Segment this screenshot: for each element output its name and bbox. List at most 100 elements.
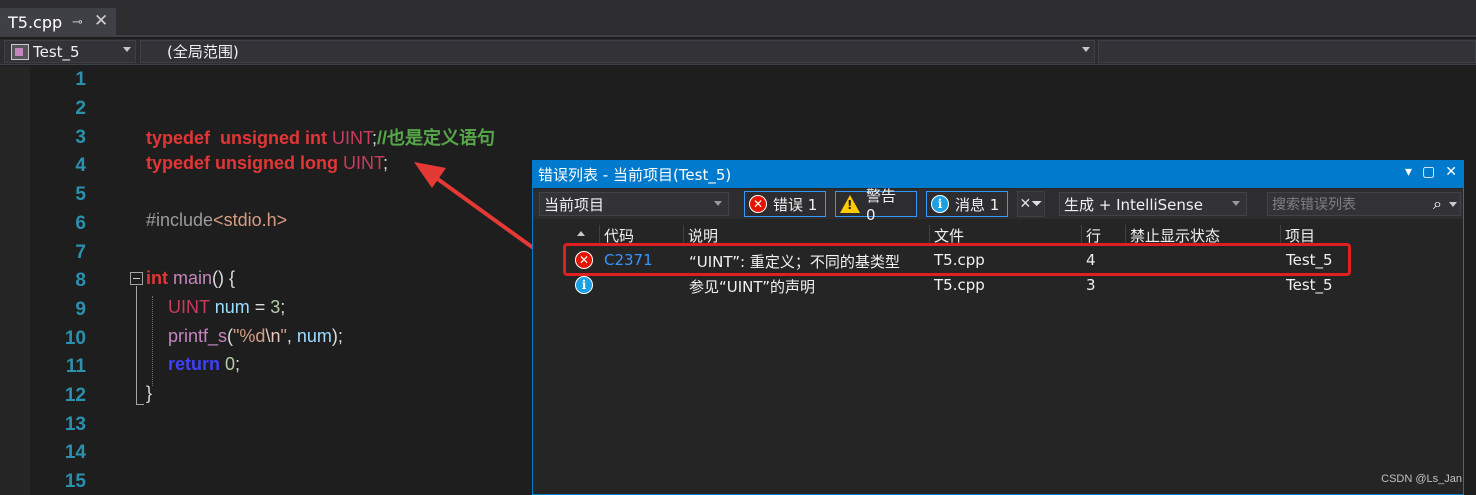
line-number: 4 bbox=[75, 155, 86, 176]
code-line-11: return 0; bbox=[168, 354, 240, 375]
scope-dropdown[interactable]: (全局范围) bbox=[140, 40, 1095, 63]
comment: //也是定义语句 bbox=[377, 128, 496, 148]
punctuation: () { bbox=[212, 268, 236, 288]
function-name: main bbox=[173, 268, 213, 288]
line-number: 15 bbox=[64, 471, 86, 492]
scope-filter-dropdown[interactable]: 当前项目 bbox=[539, 192, 729, 216]
build-source-dropdown[interactable]: 生成 + IntelliSense bbox=[1059, 192, 1247, 216]
code-line-3: typedef unsigned int UINT;//也是定义语句 bbox=[146, 124, 495, 150]
punctuation: , bbox=[286, 326, 297, 346]
maximize-icon[interactable]: ▢ bbox=[1422, 164, 1435, 180]
project-name: Test_5 bbox=[33, 42, 80, 61]
keyword: return bbox=[168, 354, 221, 374]
include-header: <stdio.h> bbox=[213, 210, 288, 230]
messages-filter-label: 消息 1 bbox=[955, 195, 1000, 214]
scope-label: (全局范围) bbox=[167, 43, 239, 61]
line-number: 1 bbox=[75, 69, 86, 90]
fold-guide bbox=[136, 286, 137, 404]
error-list-titlebar[interactable]: 错误列表 - 当前项目(Test_5) ▾ ▢ ✕ bbox=[533, 161, 1463, 188]
line-number: 13 bbox=[64, 414, 86, 435]
selection-margin bbox=[0, 66, 30, 495]
semicolon: ; bbox=[280, 297, 286, 317]
line-number: 9 bbox=[75, 299, 86, 320]
messages-filter-button[interactable]: i 消息 1 bbox=[926, 191, 1008, 217]
project-icon bbox=[11, 43, 29, 60]
info-icon: i bbox=[931, 195, 949, 213]
error-list-title: 错误列表 - 当前项目(Test_5) bbox=[538, 166, 732, 184]
project-dropdown[interactable]: Test_5 bbox=[4, 40, 136, 63]
keyword: int bbox=[146, 268, 168, 288]
highlight-annotation-box bbox=[563, 243, 1351, 276]
warnings-filter-button[interactable]: ! 警告 0 bbox=[835, 187, 917, 224]
escape-sequence: \n bbox=[265, 326, 281, 346]
close-icon[interactable]: ✕ bbox=[1445, 164, 1457, 180]
line-number: 8 bbox=[75, 270, 86, 291]
clear-filter-icon[interactable]: ✕⏷ bbox=[1017, 191, 1045, 217]
dropdown-menu-icon[interactable]: ▾ bbox=[1405, 164, 1412, 180]
variable: num bbox=[214, 297, 250, 317]
collapse-toggle[interactable] bbox=[130, 272, 143, 285]
function-name: printf_s bbox=[168, 326, 228, 346]
error-icon: ✕ bbox=[749, 195, 767, 213]
warnings-filter-label: 警告 0 bbox=[866, 186, 897, 224]
chevron-down-icon bbox=[1082, 47, 1090, 52]
line-number: 10 bbox=[64, 328, 86, 349]
search-icon[interactable]: ⌕ bbox=[1433, 194, 1442, 214]
pin-icon[interactable]: ⊸ bbox=[72, 15, 83, 30]
error-list-search-input[interactable]: 搜索错误列表 ⌕ bbox=[1267, 192, 1461, 216]
type-name: UINT bbox=[343, 153, 384, 173]
code-line-8: int main() { bbox=[146, 268, 235, 289]
tab-t5-cpp[interactable]: T5.cpp ⊸ ✕ bbox=[0, 8, 116, 37]
error-list-window: 错误列表 - 当前项目(Test_5) ▾ ▢ ✕ 当前项目 ✕ 错误 1 ! … bbox=[532, 160, 1464, 495]
info-icon: i bbox=[575, 276, 593, 294]
line-number: 6 bbox=[75, 213, 86, 234]
preprocessor-directive: #include bbox=[146, 210, 214, 230]
semicolon: ; bbox=[383, 153, 389, 173]
errors-filter-label: 错误 1 bbox=[773, 195, 818, 214]
number-literal: 3 bbox=[270, 297, 281, 317]
keyword: typedef unsigned long bbox=[146, 153, 338, 173]
chevron-down-icon bbox=[714, 201, 722, 206]
error-line: 3 bbox=[1086, 276, 1096, 294]
type-name: UINT bbox=[332, 128, 373, 148]
search-placeholder: 搜索错误列表 bbox=[1272, 197, 1356, 213]
scope-filter-label: 当前项目 bbox=[544, 195, 605, 214]
code-line-6: #include<stdio.h> bbox=[146, 210, 287, 231]
line-number: 12 bbox=[64, 385, 86, 406]
line-number: 11 bbox=[65, 356, 86, 377]
error-file: T5.cpp bbox=[934, 276, 985, 294]
sort-ascending-icon[interactable] bbox=[577, 231, 585, 236]
tab-title: T5.cpp bbox=[8, 13, 63, 32]
line-number: 14 bbox=[64, 442, 86, 463]
chevron-down-icon[interactable] bbox=[1449, 202, 1457, 207]
variable: num bbox=[296, 326, 332, 346]
close-icon[interactable]: ✕ bbox=[94, 11, 108, 31]
document-tab-strip: T5.cpp ⊸ ✕ bbox=[0, 0, 1476, 37]
table-row[interactable]: i 参见“UINT”的声明 T5.cpp 3 Test_5 bbox=[533, 273, 1463, 298]
line-number: 7 bbox=[75, 242, 86, 263]
type-name: UINT bbox=[168, 297, 210, 317]
navigation-bar: Test_5 (全局范围) bbox=[0, 39, 1476, 65]
member-dropdown[interactable] bbox=[1098, 40, 1476, 63]
line-number: 5 bbox=[75, 184, 86, 205]
code-line-4: typedef unsigned long UINT; bbox=[146, 153, 388, 174]
error-list-toolbar: 当前项目 ✕ 错误 1 ! 警告 0 i 消息 1 ✕⏷ 生成 + Intell… bbox=[533, 187, 1463, 224]
string-literal: "%d bbox=[233, 326, 266, 346]
error-project: Test_5 bbox=[1286, 276, 1333, 294]
operator: = bbox=[249, 297, 271, 317]
code-line-12: } bbox=[146, 383, 152, 404]
code-line-9: UINT num = 3; bbox=[168, 297, 285, 318]
semicolon: ; bbox=[235, 354, 241, 374]
errors-filter-button[interactable]: ✕ 错误 1 bbox=[744, 191, 826, 217]
closing-brace: } bbox=[146, 383, 153, 403]
line-number: 3 bbox=[75, 127, 86, 148]
keyword: typedef unsigned int bbox=[146, 128, 328, 148]
chevron-down-icon bbox=[123, 47, 131, 52]
warning-icon: ! bbox=[840, 195, 860, 213]
number-literal: 0 bbox=[225, 354, 236, 374]
code-line-10: printf_s("%d\n", num); bbox=[168, 326, 343, 347]
watermark: CSDN @Ls_Jan bbox=[1381, 473, 1462, 485]
fold-guide-end bbox=[136, 404, 144, 405]
chevron-down-icon bbox=[1232, 201, 1240, 206]
punctuation: ); bbox=[331, 326, 343, 346]
